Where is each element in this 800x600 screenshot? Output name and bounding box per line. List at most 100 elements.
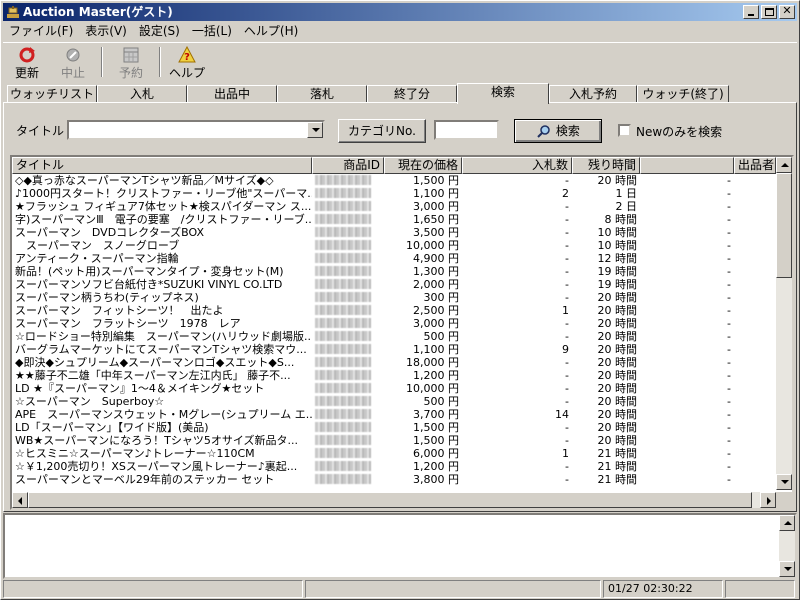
- title-combobox[interactable]: [67, 120, 325, 140]
- cell-blank: -: [727, 239, 731, 252]
- table-row[interactable]: ☆ヒスミニ☆スーパーマン♪トレーナー☆110CM 6,000 円 1 21 時間 -: [12, 447, 776, 460]
- table-row[interactable]: LD「スーパーマン」【ワイド版】(美品) 1,500 円 - 20 時間 -: [12, 421, 776, 434]
- cell-price: 3,000 円: [413, 200, 459, 213]
- table-row[interactable]: ★★藤子不二雄「中年スーパーマン左江内氏」 藤子不... 1,200 円 - 20 時…: [12, 369, 776, 382]
- scroll-right-button[interactable]: [760, 492, 776, 508]
- table-row[interactable]: ☆ロードショー特別編集 スーパーマン(ハリウッド劇場版... 500 円 - 20 時…: [12, 330, 776, 343]
- vertical-scrollbar[interactable]: [776, 157, 792, 490]
- cell-seller: [734, 369, 776, 382]
- tab-listing[interactable]: 出品中: [187, 85, 277, 103]
- category-input[interactable]: [434, 120, 499, 140]
- cell-blank: -: [727, 369, 731, 382]
- table-row[interactable]: スーパーマン フラットシーツ 1978 レア 3,000 円 - 20 時間 -: [12, 317, 776, 330]
- hscroll-thumb[interactable]: [28, 492, 752, 508]
- cell-bids: -: [565, 252, 569, 265]
- table-row[interactable]: アンティーク・スーパーマン指輪 4,900 円 - 12 時間 -: [12, 252, 776, 265]
- menu-help[interactable]: ヘルプ(H): [238, 22, 304, 41]
- column-blank[interactable]: [640, 157, 734, 174]
- scroll-thumb[interactable]: [776, 173, 792, 278]
- scroll-left-button[interactable]: [12, 492, 28, 508]
- column-seller[interactable]: 出品者: [734, 157, 776, 174]
- cell-id: [312, 473, 384, 486]
- table-row[interactable]: スーパーマン DVDコレクターズBOX 3,500 円 - 10 時間 -: [12, 226, 776, 239]
- scroll-down-button[interactable]: [776, 474, 792, 490]
- cell-time: 20 時間: [597, 356, 638, 369]
- tab-bid[interactable]: 入札: [97, 85, 187, 103]
- category-button[interactable]: カテゴリNo.: [338, 119, 426, 143]
- table-row[interactable]: スーパーマン フィットシーツ！ 出たよ 2,500 円 1 20 時間 -: [12, 304, 776, 317]
- table-row[interactable]: ♪1000円スタート！クリストファー・リーブ他"スーパーマ... 1,100 円 2…: [12, 187, 776, 200]
- table-row[interactable]: スーパーマン スノーグローブ 10,000 円 - 10 時間 -: [12, 239, 776, 252]
- cell-seller: [734, 330, 776, 343]
- table-row[interactable]: ☆￥1,200売切り！XSスーパーマン風トレーナー♪裏起... 1,200 円 - 2…: [12, 460, 776, 473]
- log-area[interactable]: [3, 513, 797, 579]
- table-row[interactable]: バーグラムマーケットにてスーパーマンTシャツ検索マウ... 1,100 円 9 20 …: [12, 343, 776, 356]
- reserve-button[interactable]: 予約: [111, 46, 151, 80]
- refresh-button[interactable]: 更新: [9, 46, 45, 80]
- cell-time: 19 時間: [597, 278, 638, 291]
- cell-bids: -: [565, 369, 569, 382]
- table-row[interactable]: スーパーマンとマーベル29年前のステッカー セット 3,800 円 - 21 時間 -: [12, 473, 776, 486]
- table-row[interactable]: ◇◆真っ赤なスーパーマンTシャツ新品／Mサイズ◆◇ 1,500 円 - 20 時間 -: [12, 174, 776, 187]
- table-row[interactable]: ☆スーパーマン Superboy☆ 500 円 - 20 時間 -: [12, 395, 776, 408]
- tab-search[interactable]: 検索: [457, 83, 549, 104]
- cell-blank: -: [727, 200, 731, 213]
- cell-bids: 1: [562, 447, 569, 460]
- table-row[interactable]: WB★スーパーマンになろう！Tシャツ5オサイズ新品タ... 1,500 円 - 20 …: [12, 434, 776, 447]
- table-row[interactable]: ◆即決◆シュプリーム◆スーパーマンロゴ◆スエット◆S... 18,000 円 - 20…: [12, 356, 776, 369]
- stop-button[interactable]: 中止: [55, 46, 91, 80]
- cell-time: 21 時間: [597, 460, 638, 473]
- search-button[interactable]: 検索: [514, 119, 602, 143]
- tab-watch-ended[interactable]: ウォッチ(終了): [637, 85, 729, 103]
- cell-time: 12 時間: [597, 252, 638, 265]
- table-row[interactable]: 新品！(ペット用)スーパーマンタイプ・変身セット(M) 1,300 円 - 19 時間…: [12, 265, 776, 278]
- cell-blank: -: [727, 265, 731, 278]
- column-bids[interactable]: 入札数: [462, 157, 572, 174]
- new-only-checkbox[interactable]: [618, 124, 631, 137]
- cell-price: 2,000 円: [413, 278, 459, 291]
- tab-bid-reserve[interactable]: 入札予約: [549, 85, 637, 103]
- column-id[interactable]: 商品ID: [312, 157, 384, 174]
- menu-batch[interactable]: 一括(L): [186, 22, 238, 41]
- help-button[interactable]: ? ヘルプ: [167, 46, 207, 80]
- tab-watchlist[interactable]: ウォッチリスト: [7, 85, 97, 103]
- menu-file[interactable]: ファイル(F): [3, 22, 79, 41]
- table-row[interactable]: 字)スーパーマンⅢ 電子の要塞 /クリストファー・リーブ... 1,650 円 - 8…: [12, 213, 776, 226]
- close-button[interactable]: ✕: [779, 4, 795, 19]
- table-row[interactable]: APE スーパーマンスウェット・Mグレー(シュプリーム エ... 3,700 円 1…: [12, 408, 776, 421]
- table-row[interactable]: スーパーマンソフビ台紙付き*SUZUKI VINYL CO.LTD 2,000 円…: [12, 278, 776, 291]
- cell-seller: [734, 265, 776, 278]
- cell-time: 8 時間: [604, 213, 638, 226]
- table-row[interactable]: スーパーマン柄うちわ(ティップネス) 300 円 - 20 時間 -: [12, 291, 776, 304]
- cell-title: ★★藤子不二雄「中年スーパーマン左江内氏」 藤子不...: [15, 369, 291, 382]
- menu-bar: ファイル(F) 表示(V) 設定(S) 一括(L) ヘルプ(H): [3, 22, 304, 41]
- cell-blank: -: [727, 174, 731, 187]
- chevron-down-icon[interactable]: [307, 122, 323, 138]
- maximize-button[interactable]: [761, 5, 777, 19]
- menu-view[interactable]: 表示(V): [79, 22, 133, 41]
- column-price[interactable]: 現在の価格: [384, 157, 462, 174]
- table-row[interactable]: ★フラッシュ フィギュア7体セット★検スパイダーマン ス... 3,000 円 - 2…: [12, 200, 776, 213]
- tab-won[interactable]: 落札: [277, 85, 367, 103]
- cell-time: 21 時間: [597, 473, 638, 486]
- status-bar: 01/27 02:30:22: [3, 580, 797, 598]
- cell-bids: -: [565, 239, 569, 252]
- log-scroll-up-button[interactable]: [779, 515, 795, 531]
- cell-price: 1,300 円: [413, 265, 459, 278]
- table-row[interactable]: LD ★『スーパーマン』1～4＆メイキング★セット 10,000 円 - 20 時間 -: [12, 382, 776, 395]
- tab-ended[interactable]: 終了分: [367, 85, 457, 103]
- minimize-button[interactable]: [743, 5, 759, 19]
- menu-settings[interactable]: 設定(S): [133, 22, 186, 41]
- status-datetime: 01/27 02:30:22: [603, 580, 723, 598]
- column-time[interactable]: 残り時間: [572, 157, 640, 174]
- scroll-up-button[interactable]: [776, 157, 792, 173]
- cell-id: [312, 369, 384, 382]
- log-scrollbar[interactable]: [779, 515, 795, 577]
- cell-title: スーパーマンとマーベル29年前のステッカー セット: [15, 473, 275, 486]
- cell-id: [312, 317, 384, 330]
- cell-bids: -: [565, 200, 569, 213]
- log-scroll-down-button[interactable]: [779, 561, 795, 577]
- column-title[interactable]: タイトル: [12, 157, 312, 174]
- redacted-id: [315, 292, 371, 302]
- horizontal-scrollbar[interactable]: [12, 492, 776, 508]
